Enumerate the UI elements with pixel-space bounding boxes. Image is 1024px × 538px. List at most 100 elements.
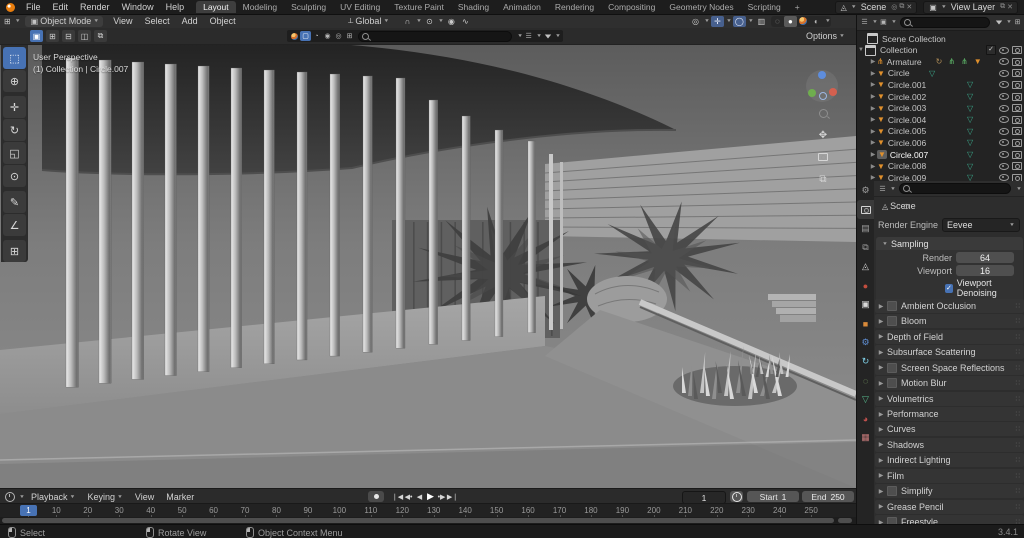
xray-icon[interactable]: ▥ bbox=[755, 16, 768, 27]
tab-object-data-icon[interactable]: ▽ bbox=[857, 390, 874, 409]
tab-output-icon[interactable]: ▤ bbox=[857, 219, 874, 238]
timeline-scrollbar[interactable] bbox=[0, 517, 856, 524]
menu-render[interactable]: Render bbox=[74, 2, 116, 12]
menu-file[interactable]: File bbox=[20, 2, 47, 12]
workspace-tab-sculpting[interactable]: Sculpting bbox=[284, 1, 333, 13]
section-freestyle[interactable]: ▶Freestyle∷ bbox=[875, 515, 1024, 524]
workspace-tab-shading[interactable]: Shading bbox=[451, 1, 496, 13]
sampling-value-field[interactable]: 16 bbox=[956, 265, 1014, 276]
select-set-icon[interactable]: ▣ bbox=[30, 30, 43, 42]
tab-view-layer-icon[interactable]: ⧉ bbox=[857, 238, 874, 257]
section-grease-pencil[interactable]: ▶Grease Pencil∷ bbox=[875, 500, 1024, 514]
section-film[interactable]: ▶Film∷ bbox=[875, 469, 1024, 483]
workspace-tab-texture-paint[interactable]: Texture Paint bbox=[387, 1, 451, 13]
tab-constraints-icon[interactable]: ◌ bbox=[857, 371, 874, 390]
select-extend-icon[interactable]: ⊞ bbox=[46, 30, 59, 42]
workspace-tab-layout[interactable]: Layout bbox=[196, 1, 236, 13]
timeline-ruler[interactable]: 1 11020304050607080901001101201301401501… bbox=[0, 503, 856, 518]
outliner-row-scene-collection[interactable]: Scene Collection bbox=[857, 33, 1024, 44]
viewport-menu-add[interactable]: Add bbox=[176, 16, 204, 26]
play-reverse-icon[interactable]: ◀ bbox=[414, 491, 425, 502]
timeline-menu-keying[interactable]: Keying▼ bbox=[81, 492, 128, 502]
outliner-row-circle-009[interactable]: ▶▼Circle.009▽ bbox=[857, 172, 1024, 181]
workspace-tab-modeling[interactable]: Modeling bbox=[236, 1, 285, 13]
camera-view-icon[interactable] bbox=[815, 149, 831, 165]
outliner-row-circle-005[interactable]: ▶▼Circle.005▽ bbox=[857, 126, 1024, 137]
section-shadows[interactable]: ▶Shadows∷ bbox=[875, 438, 1024, 452]
zoom-icon[interactable] bbox=[815, 105, 831, 121]
menu-window[interactable]: Window bbox=[116, 2, 160, 12]
select-subtract-icon[interactable]: ⊟ bbox=[62, 30, 75, 42]
show-object-types-icon[interactable]: ◎ bbox=[689, 16, 702, 27]
section-simplify[interactable]: ▶Simplify∷ bbox=[875, 484, 1024, 498]
eye-icon[interactable] bbox=[999, 151, 1009, 158]
outliner-filter-id-icon[interactable]: ▣ bbox=[878, 17, 889, 27]
eye-icon[interactable] bbox=[999, 47, 1009, 54]
camera-icon[interactable] bbox=[1012, 162, 1022, 170]
outliner-row-circle-004[interactable]: ▶▼Circle.004▽ bbox=[857, 114, 1024, 125]
select-box-tool[interactable]: ⬚ bbox=[3, 47, 26, 69]
camera-icon[interactable] bbox=[1012, 93, 1022, 101]
3d-viewport[interactable]: ⬚ ⊕ ✛ ↻ ◱ ⊙ ✎ ∠ ⊞ User Perspective (1) C… bbox=[0, 44, 856, 488]
expand-arrow-icon[interactable]: ▶ bbox=[869, 93, 877, 100]
section-checkbox[interactable] bbox=[887, 363, 897, 373]
outliner-row-collection[interactable]: ▼Collection✓ bbox=[857, 45, 1024, 56]
blender-logo-icon[interactable] bbox=[6, 3, 15, 12]
eye-icon[interactable] bbox=[999, 139, 1009, 146]
search-input[interactable] bbox=[358, 31, 512, 42]
workspace-tab-animation[interactable]: Animation bbox=[496, 1, 548, 13]
play-icon[interactable]: ▶ bbox=[425, 491, 436, 502]
auto-keying-button[interactable] bbox=[368, 491, 384, 502]
section-bloom[interactable]: ▶Bloom∷ bbox=[875, 314, 1024, 328]
perspective-toggle-icon[interactable]: ⧉ bbox=[815, 171, 831, 187]
transform-orientation[interactable]: ⟂ Global▼ bbox=[346, 16, 389, 26]
outliner-row-circle-008[interactable]: ▶▼Circle.008▽ bbox=[857, 161, 1024, 172]
viewport-options[interactable]: Options▼ bbox=[806, 31, 845, 41]
tab-texture-icon[interactable]: ▦ bbox=[857, 428, 874, 447]
eye-icon[interactable] bbox=[999, 163, 1009, 170]
denoising-checkbox[interactable]: ✓ bbox=[945, 284, 953, 293]
eye-icon[interactable] bbox=[999, 105, 1009, 112]
sampling-value-field[interactable]: 64 bbox=[956, 252, 1014, 263]
expand-arrow-icon[interactable]: ▼ bbox=[857, 47, 865, 53]
camera-icon[interactable] bbox=[1012, 69, 1022, 77]
end-frame-field[interactable]: End250 bbox=[802, 491, 854, 502]
workspace-tab-compositing[interactable]: Compositing bbox=[601, 1, 662, 13]
preview-range-icon[interactable] bbox=[730, 491, 743, 502]
current-frame-badge[interactable]: 1 bbox=[20, 505, 37, 516]
start-frame-field[interactable]: Start1 bbox=[747, 491, 799, 502]
scale-tool[interactable]: ◱ bbox=[3, 142, 26, 164]
add-workspace-button[interactable]: + bbox=[788, 1, 807, 13]
select-invert-icon[interactable]: ◫ bbox=[78, 30, 91, 42]
eye-icon[interactable] bbox=[999, 58, 1009, 65]
solid-shading-icon[interactable]: ● bbox=[784, 16, 797, 27]
eye-icon[interactable] bbox=[999, 128, 1009, 135]
camera-icon[interactable] bbox=[1012, 104, 1022, 112]
timeline-editor-icon[interactable] bbox=[5, 492, 15, 502]
overlays-icon[interactable]: ◯ bbox=[733, 16, 746, 27]
timeline-menu-marker[interactable]: Marker bbox=[160, 492, 200, 502]
tab-scene-icon[interactable]: ◬ bbox=[857, 257, 874, 276]
expand-arrow-icon[interactable]: ▶ bbox=[869, 105, 877, 112]
tab-physics-icon[interactable]: ↻ bbox=[857, 352, 874, 371]
section-checkbox[interactable] bbox=[887, 316, 897, 326]
scrollbar-stub[interactable] bbox=[838, 518, 852, 523]
timeline-menu-playback[interactable]: Playback▼ bbox=[25, 492, 81, 502]
pin-icon[interactable]: ⊙ bbox=[903, 202, 910, 211]
view-layer-name[interactable]: View Layer bbox=[951, 2, 995, 12]
tab-material-icon[interactable]: ◕ bbox=[857, 409, 874, 428]
camera-icon[interactable] bbox=[1012, 81, 1022, 89]
camera-icon[interactable] bbox=[1012, 46, 1022, 54]
navigation-gizmo[interactable] bbox=[806, 70, 838, 102]
section-performance[interactable]: ▶Performance∷ bbox=[875, 407, 1024, 421]
z-axis-dot[interactable] bbox=[818, 71, 826, 79]
scrollbar-thumb[interactable] bbox=[2, 518, 834, 523]
expand-arrow-icon[interactable]: ▶ bbox=[869, 128, 877, 135]
outliner-row-circle-003[interactable]: ▶▼Circle.003▽ bbox=[857, 103, 1024, 114]
expand-arrow-icon[interactable]: ▶ bbox=[869, 81, 877, 88]
outliner-funnel-icon[interactable] bbox=[993, 17, 1004, 27]
section-volumetrics[interactable]: ▶Volumetrics∷ bbox=[875, 392, 1024, 406]
mode-selector[interactable]: ▣ Object Mode ▼ bbox=[25, 16, 104, 27]
pan-hand-icon[interactable]: ✥ bbox=[815, 127, 831, 143]
tab-tool-icon[interactable]: ⚙ bbox=[857, 181, 874, 200]
